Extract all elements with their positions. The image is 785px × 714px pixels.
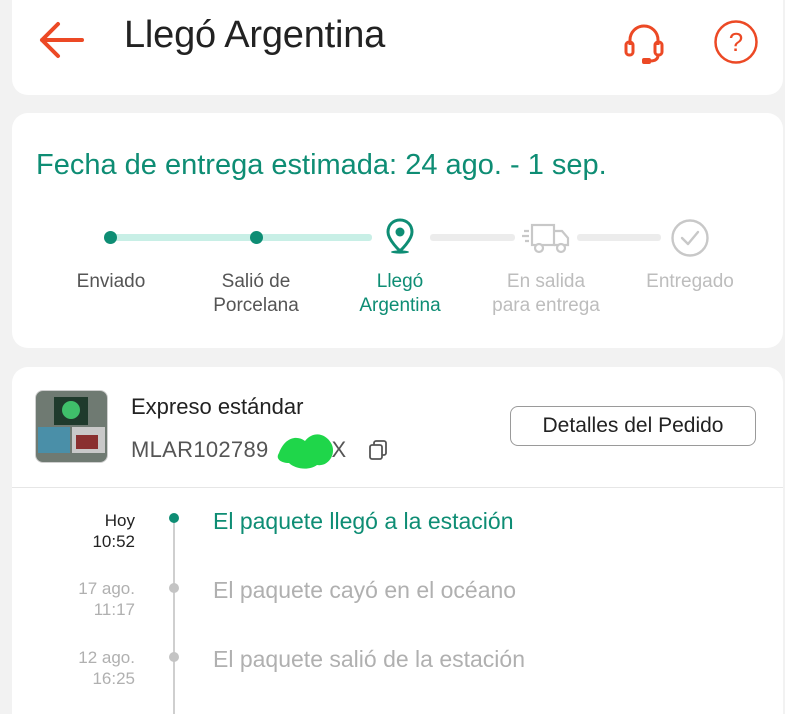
progress-segment-4 bbox=[577, 234, 661, 241]
step-label-llego: Llegó Argentina bbox=[359, 271, 441, 316]
step-label-salio: Salió de Porcelana bbox=[213, 271, 299, 316]
event-description: El paquete llegó a la estación bbox=[213, 508, 514, 534]
order-details-button[interactable]: Detalles del Pedido bbox=[510, 406, 756, 446]
redaction-scribble bbox=[277, 434, 334, 469]
event-date: 17 ago. 11:17 bbox=[78, 579, 135, 619]
event-description: El paquete cayó en el océano bbox=[213, 577, 517, 603]
event-description: El paquete salió de la estación bbox=[213, 646, 525, 672]
progress-segment-3 bbox=[430, 234, 515, 241]
timeline-line bbox=[173, 522, 175, 714]
page-title: Llegó Argentina bbox=[124, 14, 386, 56]
eta-range: 24 ago. - 1 sep. bbox=[405, 149, 607, 181]
event-date: Hoy 10:52 bbox=[92, 511, 135, 551]
event-dot bbox=[169, 583, 179, 593]
event-date: 12 ago. 16:25 bbox=[78, 648, 135, 688]
event-dot bbox=[169, 652, 179, 662]
step-dot-enviado bbox=[104, 231, 117, 244]
event-dot-active bbox=[169, 513, 179, 523]
help-question-icon[interactable]: ? bbox=[712, 18, 760, 66]
svg-text:?: ? bbox=[729, 27, 743, 57]
step-dot-salio bbox=[250, 231, 263, 244]
tracking-code-prefix: MLAR102789 bbox=[131, 437, 269, 462]
order-tracking-card: Expreso estándar MLAR102789EX Detalles d… bbox=[12, 367, 783, 714]
progress-segment-1 bbox=[110, 234, 260, 241]
back-arrow-icon[interactable] bbox=[38, 20, 84, 60]
check-circle-icon bbox=[671, 219, 709, 257]
step-label-enviado: Enviado bbox=[76, 271, 146, 292]
delivery-truck-icon bbox=[522, 223, 570, 254]
headset-support-icon[interactable] bbox=[620, 18, 668, 66]
product-thumbnail[interactable] bbox=[35, 390, 108, 463]
shipping-method: Expreso estándar bbox=[131, 394, 304, 419]
step-label-entregado: Entregado bbox=[646, 271, 734, 292]
location-pin-icon bbox=[386, 218, 414, 254]
header-bar: Llegó Argentina ? bbox=[12, 0, 783, 95]
estimated-delivery: Fecha de entrega estimada: 24 ago. - 1 s… bbox=[36, 149, 607, 182]
step-label-en-salida: En salida para entrega bbox=[492, 271, 600, 316]
progress-segment-2 bbox=[258, 234, 372, 241]
divider bbox=[12, 487, 783, 488]
eta-label: Fecha de entrega estimada: bbox=[36, 149, 398, 181]
copy-icon[interactable] bbox=[368, 439, 388, 461]
